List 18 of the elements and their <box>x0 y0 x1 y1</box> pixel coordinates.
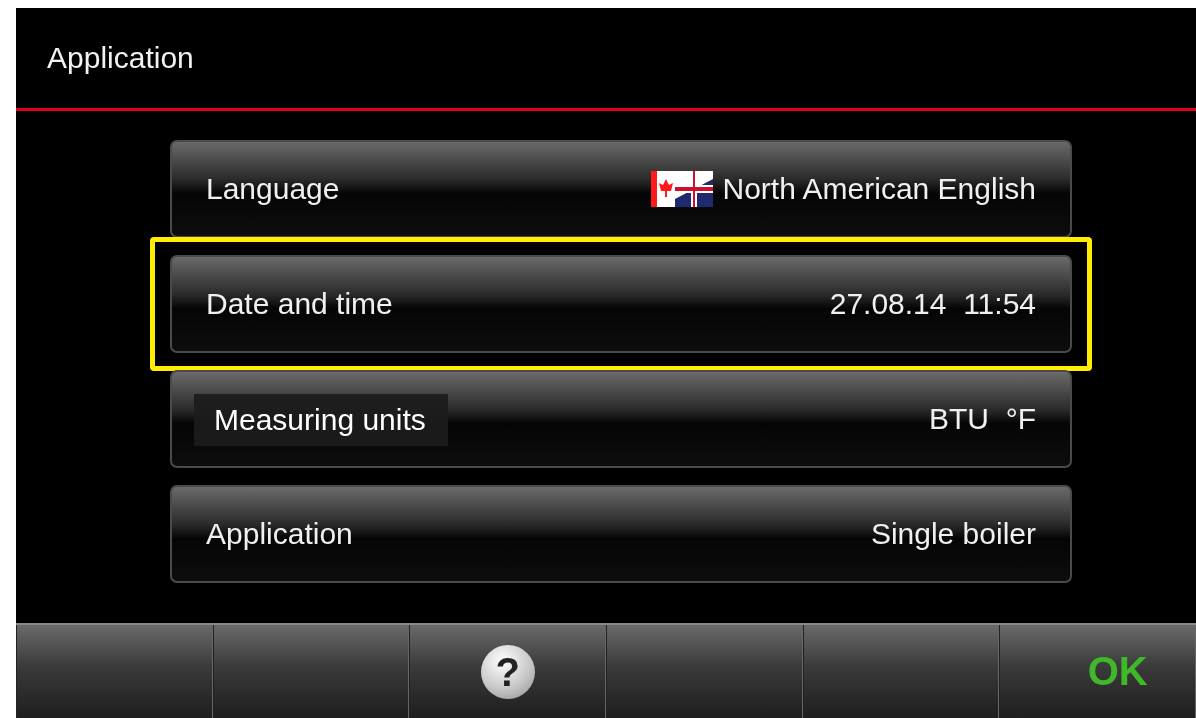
setting-value: 27.08.14 11:54 <box>829 287 1036 321</box>
setting-row[interactable]: Date and time 27.08.14 11:54 <box>170 255 1072 353</box>
screen-title: Application <box>47 41 194 75</box>
setting-row[interactable]: Application Single boiler <box>170 485 1072 583</box>
bar-button[interactable] <box>16 625 213 718</box>
setting-label: Date and time <box>206 287 393 321</box>
setting-value: North American English <box>722 172 1036 206</box>
help-button[interactable]: ? <box>409 625 606 718</box>
bar-button[interactable] <box>212 625 410 718</box>
tooltip: Measuring units <box>194 394 448 446</box>
setting-label: Language <box>206 172 340 206</box>
setting-label: Application <box>206 517 353 551</box>
setting-value: Single boiler <box>870 517 1036 551</box>
setting-row[interactable]: Language North American English <box>170 140 1072 238</box>
bar-button[interactable] <box>606 625 803 718</box>
ok-button[interactable]: OK <box>999 625 1196 718</box>
setting-value: BTU °F <box>929 402 1036 436</box>
bar-button[interactable] <box>802 625 1000 718</box>
